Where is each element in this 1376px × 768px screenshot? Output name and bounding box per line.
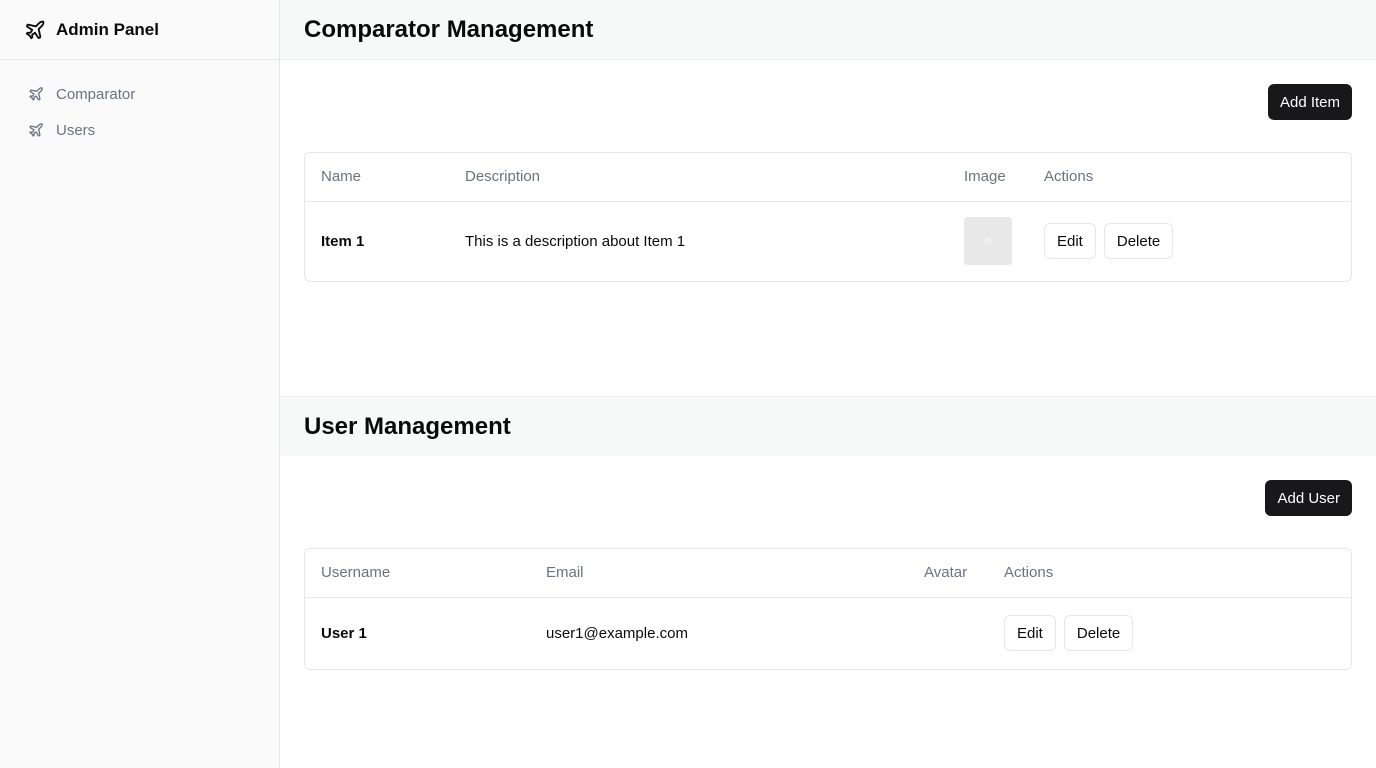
plane-icon (28, 122, 44, 138)
app-root: Admin Panel Comparator Users Comparator … (0, 0, 1376, 768)
add-user-button[interactable]: Add User (1265, 480, 1352, 516)
users-section: Add User Username Email Avatar Actions U… (280, 456, 1376, 670)
sidebar-item-label: Comparator (56, 85, 136, 103)
edit-button[interactable]: Edit (1044, 223, 1096, 260)
plane-icon (28, 86, 44, 102)
item-actions: Edit Delete (1028, 201, 1351, 281)
column-header-name: Name (305, 153, 449, 202)
sidebar-item-users[interactable]: Users (0, 112, 279, 148)
column-header-description: Description (449, 153, 948, 202)
image-placeholder (964, 217, 1012, 266)
page-title: Comparator Management (304, 15, 594, 43)
users-header: User Management (280, 396, 1376, 456)
comparator-toolbar: Add Item (304, 84, 1352, 120)
table-row: User 1 user1@example.com Edit Delete (305, 597, 1351, 669)
sidebar: Admin Panel Comparator Users (0, 0, 280, 768)
sidebar-nav: Comparator Users (0, 60, 279, 148)
delete-button[interactable]: Delete (1103, 223, 1174, 260)
user-username: User 1 (321, 624, 367, 642)
users-table: Username Email Avatar Actions User 1 use… (304, 548, 1352, 670)
plane-icon (24, 19, 46, 41)
column-header-avatar: Avatar (908, 549, 988, 598)
sidebar-item-comparator[interactable]: Comparator (0, 76, 279, 112)
add-item-button[interactable]: Add Item (1267, 84, 1352, 120)
user-avatar-cell (908, 597, 988, 669)
comparator-header: Comparator Management (280, 0, 1376, 60)
item-description: This is a description about Item 1 (465, 232, 686, 250)
column-header-actions: Actions (988, 549, 1351, 598)
edit-button[interactable]: Edit (1004, 615, 1056, 652)
main-content: Comparator Management Add Item Name Desc… (280, 0, 1376, 768)
section-title: User Management (304, 412, 511, 440)
users-toolbar: Add User (304, 480, 1352, 516)
image-icon (984, 237, 992, 246)
comparator-section: Add Item Name Description Image Actions (280, 60, 1376, 282)
item-name: Item 1 (321, 232, 365, 250)
brand-title: Admin Panel (56, 19, 159, 39)
brand: Admin Panel (0, 0, 279, 60)
table-row: Item 1 This is a description about Item … (305, 201, 1351, 281)
table-header-row: Username Email Avatar Actions (305, 549, 1351, 598)
column-header-image: Image (948, 153, 1028, 202)
table-header-row: Name Description Image Actions (305, 153, 1351, 202)
column-header-actions: Actions (1028, 153, 1351, 202)
item-image-cell (948, 201, 1028, 281)
user-email: user1@example.com (546, 624, 688, 642)
column-header-email: Email (530, 549, 908, 598)
user-actions: Edit Delete (988, 597, 1351, 669)
delete-button[interactable]: Delete (1063, 615, 1134, 652)
sidebar-item-label: Users (56, 121, 96, 139)
comparator-table: Name Description Image Actions Item 1 Th… (304, 152, 1352, 282)
column-header-username: Username (305, 549, 530, 598)
